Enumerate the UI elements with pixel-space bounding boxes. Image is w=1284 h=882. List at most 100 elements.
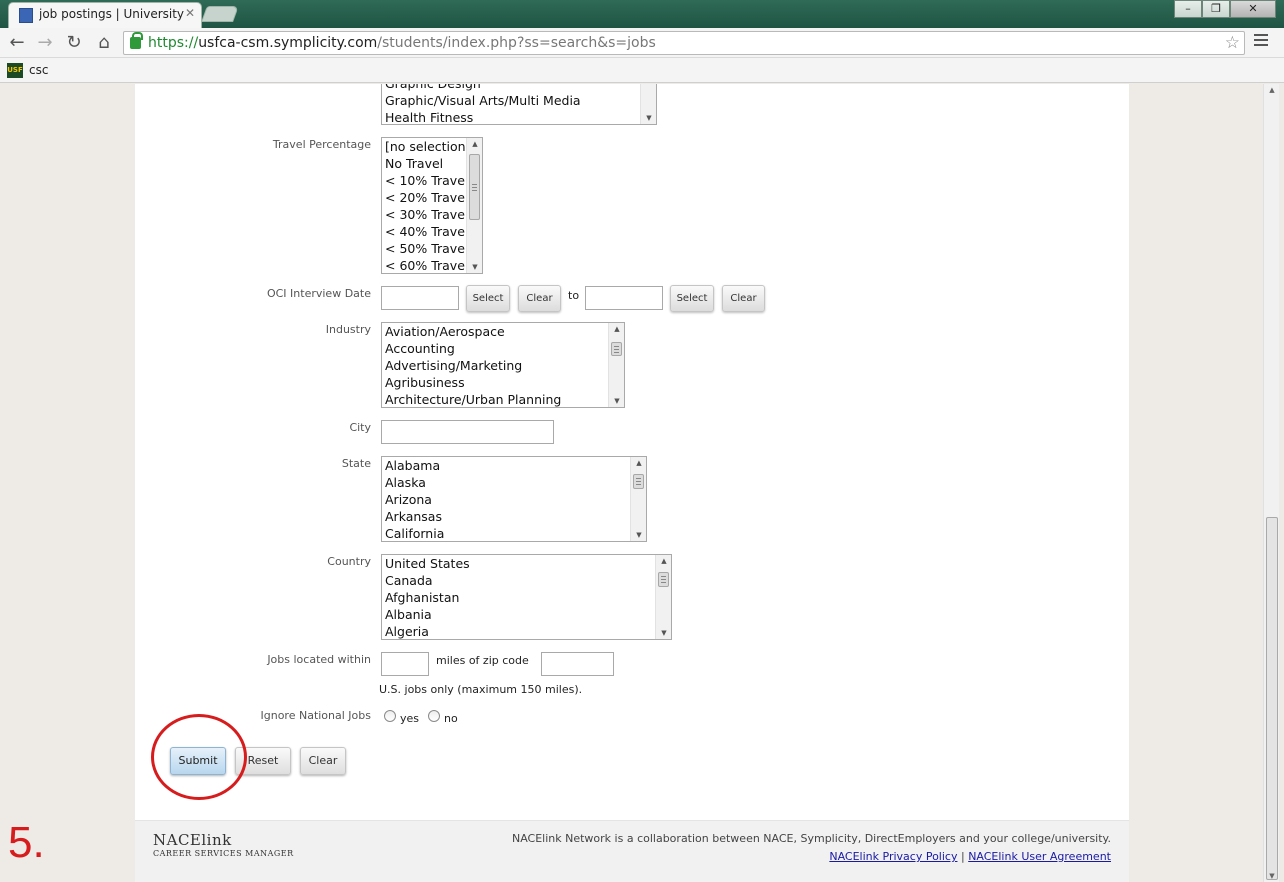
list-item[interactable]: Graphic Design [382, 84, 656, 92]
home-icon[interactable]: ⌂ [93, 32, 115, 53]
scroll-down-icon[interactable]: ▼ [641, 114, 656, 122]
industry-label: Industry [325, 323, 371, 336]
browser-tab[interactable]: job postings | University of ✕ [8, 2, 202, 28]
scroll-thumb[interactable] [658, 572, 669, 587]
oci-end-select-button[interactable]: Select [670, 285, 714, 312]
bookmarks-bar: USF csc [0, 58, 1284, 83]
scroll-down-icon[interactable]: ▼ [609, 397, 624, 405]
scroll-up-icon[interactable]: ▲ [467, 140, 482, 148]
miles-of-zip-label: miles of zip code [436, 654, 529, 667]
ignore-national-no-radio[interactable] [428, 710, 440, 722]
scroll-down-icon[interactable]: ▼ [656, 629, 671, 637]
scroll-up-icon[interactable]: ▲ [656, 557, 671, 565]
scroll-up-icon[interactable]: ▲ [1264, 86, 1280, 94]
reload-icon[interactable]: ↻ [63, 32, 85, 53]
scroll-down-icon[interactable]: ▼ [467, 263, 482, 271]
footer-separator: | [960, 850, 965, 863]
list-item[interactable]: Algeria [382, 623, 671, 639]
list-item[interactable]: United States [382, 555, 671, 572]
restore-icon[interactable]: ❐ [1202, 0, 1230, 18]
oci-start-date-input[interactable] [381, 286, 459, 310]
industry-listbox[interactable]: Aviation/Aerospace Accounting Advertisin… [381, 322, 625, 408]
privacy-policy-link[interactable]: NACElink Privacy Policy [829, 850, 957, 863]
listbox-scrollbar[interactable]: ▲ ▼ [655, 555, 671, 639]
city-label: City [349, 421, 371, 434]
list-item[interactable]: Graphic/Visual Arts/Multi Media [382, 92, 656, 109]
list-item[interactable]: Aviation/Aerospace [382, 323, 624, 340]
listbox-scrollbar[interactable]: ▲ ▼ [608, 323, 624, 407]
annotation-circle [151, 714, 247, 800]
ignore-national-label: Ignore National Jobs [260, 709, 372, 722]
travel-label: Travel Percentage [272, 138, 371, 151]
list-item[interactable]: Arkansas [382, 508, 646, 525]
close-window-icon[interactable]: ✕ [1230, 0, 1276, 18]
new-tab-button[interactable] [201, 6, 239, 22]
category-listbox[interactable]: Graphic Design Graphic/Visual Arts/Multi… [381, 84, 657, 125]
usf-bookmark-icon: USF [7, 63, 23, 78]
distance-note: U.S. jobs only (maximum 150 miles). [379, 683, 583, 696]
back-arrow-icon[interactable]: ← [6, 32, 28, 53]
tab-title: job postings | University of [39, 7, 185, 21]
address-bar[interactable]: https://usfca-csm.symplicity.com/student… [123, 31, 1245, 55]
browser-menu-icon[interactable] [1254, 34, 1268, 49]
nacelink-logo: NACElink CAREER SERVICES MANAGER [153, 831, 294, 858]
oci-start-select-button[interactable]: Select [466, 285, 510, 312]
forward-arrow-icon[interactable]: → [34, 32, 56, 53]
scroll-down-icon[interactable]: ▼ [631, 531, 646, 539]
list-item[interactable]: Albania [382, 606, 671, 623]
state-label: State [341, 457, 371, 470]
listbox-scrollbar[interactable]: ▲ ▼ [466, 138, 482, 273]
list-item[interactable]: Agribusiness [382, 374, 624, 391]
list-item[interactable]: Canada [382, 572, 671, 589]
yes-label: yes [400, 712, 420, 725]
lock-icon [130, 32, 143, 49]
list-item[interactable]: Alabama [382, 457, 646, 474]
list-item[interactable]: Architecture/Urban Planning [382, 391, 624, 407]
browser-titlebar: job postings | University of ✕ – ❐ ✕ [0, 0, 1284, 28]
page-favicon-icon [19, 8, 33, 23]
page-footer: NACElink CAREER SERVICES MANAGER NACElin… [135, 820, 1129, 882]
listbox-scrollbar[interactable]: ▲ ▼ [630, 457, 646, 541]
list-item[interactable]: Health Fitness [382, 109, 656, 124]
scroll-thumb[interactable] [611, 342, 622, 356]
list-item[interactable]: Arizona [382, 491, 646, 508]
scroll-thumb[interactable] [469, 154, 480, 220]
oci-end-clear-button[interactable]: Clear [722, 285, 765, 312]
page-scroll-thumb[interactable] [1266, 517, 1278, 880]
city-input[interactable] [381, 420, 554, 444]
list-item[interactable]: California [382, 525, 646, 541]
country-listbox[interactable]: United States Canada Afghanistan Albania… [381, 554, 672, 640]
close-tab-icon[interactable]: ✕ [185, 6, 195, 20]
list-item[interactable]: Advertising/Marketing [382, 357, 624, 374]
annotation-step-number: 5. [8, 818, 45, 867]
clear-button[interactable]: Clear [300, 747, 346, 775]
list-item[interactable]: Alaska [382, 474, 646, 491]
distance-miles-input[interactable] [381, 652, 429, 676]
bookmark-star-icon[interactable]: ☆ [1225, 33, 1240, 53]
oci-start-clear-button[interactable]: Clear [518, 285, 561, 312]
oci-to-label: to [568, 289, 580, 302]
zip-code-input[interactable] [541, 652, 614, 676]
user-agreement-link[interactable]: NACElink User Agreement [968, 850, 1111, 863]
oci-label: OCI Interview Date [266, 287, 371, 300]
oci-end-date-input[interactable] [585, 286, 663, 310]
ignore-national-yes-radio[interactable] [384, 710, 396, 722]
state-listbox[interactable]: Alabama Alaska Arizona Arkansas Californ… [381, 456, 647, 542]
page-scrollbar[interactable]: ▲ ▼ [1263, 84, 1279, 882]
bookmark-csc[interactable]: csc [29, 63, 48, 77]
minimize-icon[interactable]: – [1174, 0, 1202, 18]
listbox-scrollbar[interactable]: ▼ [640, 84, 656, 124]
distance-label: Jobs located within [267, 653, 371, 666]
country-label: Country [327, 555, 371, 568]
list-item[interactable]: Afghanistan [382, 589, 671, 606]
footer-text: NACElink Network is a collaboration betw… [511, 832, 1111, 845]
browser-toolbar: ← → ↻ ⌂ https://usfca-csm.symplicity.com… [0, 28, 1284, 58]
scroll-thumb[interactable] [633, 474, 644, 489]
scroll-up-icon[interactable]: ▲ [609, 325, 624, 333]
scroll-up-icon[interactable]: ▲ [631, 459, 646, 467]
page-content: Graphic Design Graphic/Visual Arts/Multi… [135, 84, 1129, 882]
scroll-down-icon[interactable]: ▼ [1264, 872, 1280, 880]
list-item[interactable]: Accounting [382, 340, 624, 357]
no-label: no [444, 712, 458, 725]
travel-listbox[interactable]: [no selection] No Travel < 10% Travel < … [381, 137, 483, 274]
